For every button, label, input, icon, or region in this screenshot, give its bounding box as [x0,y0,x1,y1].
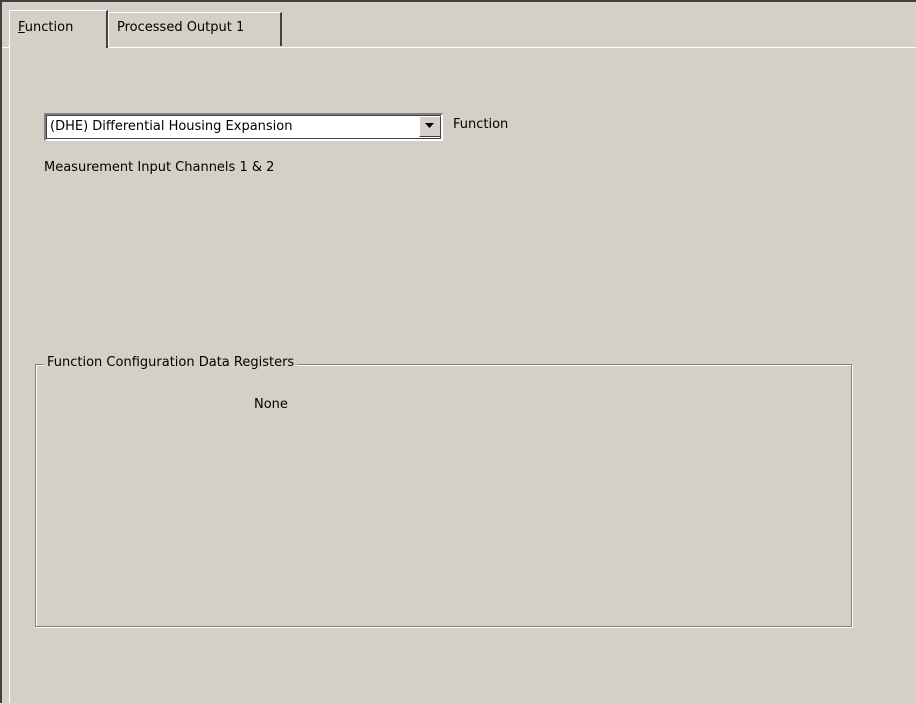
chevron-down-icon [425,123,434,128]
measurement-channels-text: Measurement Input Channels 1 & 2 [44,160,275,175]
panel-left-edge [9,47,10,703]
config-registers-group [35,364,852,627]
function-dropdown[interactable]: (DHE) Differential Housing Expansion [44,113,443,141]
function-label: Function [453,117,509,132]
dropdown-button[interactable] [419,116,441,137]
function-dropdown-value: (DHE) Differential Housing Expansion [50,119,293,134]
config-registers-group-title: Function Configuration Data Registers [44,354,298,372]
tab-label-accelerator: F [18,20,25,35]
tab-label: unction [24,20,74,35]
tab-label: Processed Output 1 [117,20,245,35]
config-registers-content: None [254,397,288,412]
window-frame-left [0,0,2,703]
tab-function[interactable]: Function [9,10,108,48]
tab-processed-output-1[interactable]: Processed Output 1 [108,12,282,46]
configuration-window: Processed Output 1 Function (DHE) Differ… [0,0,916,703]
window-frame-top [0,0,916,2]
tab-strip-divider [2,47,916,48]
